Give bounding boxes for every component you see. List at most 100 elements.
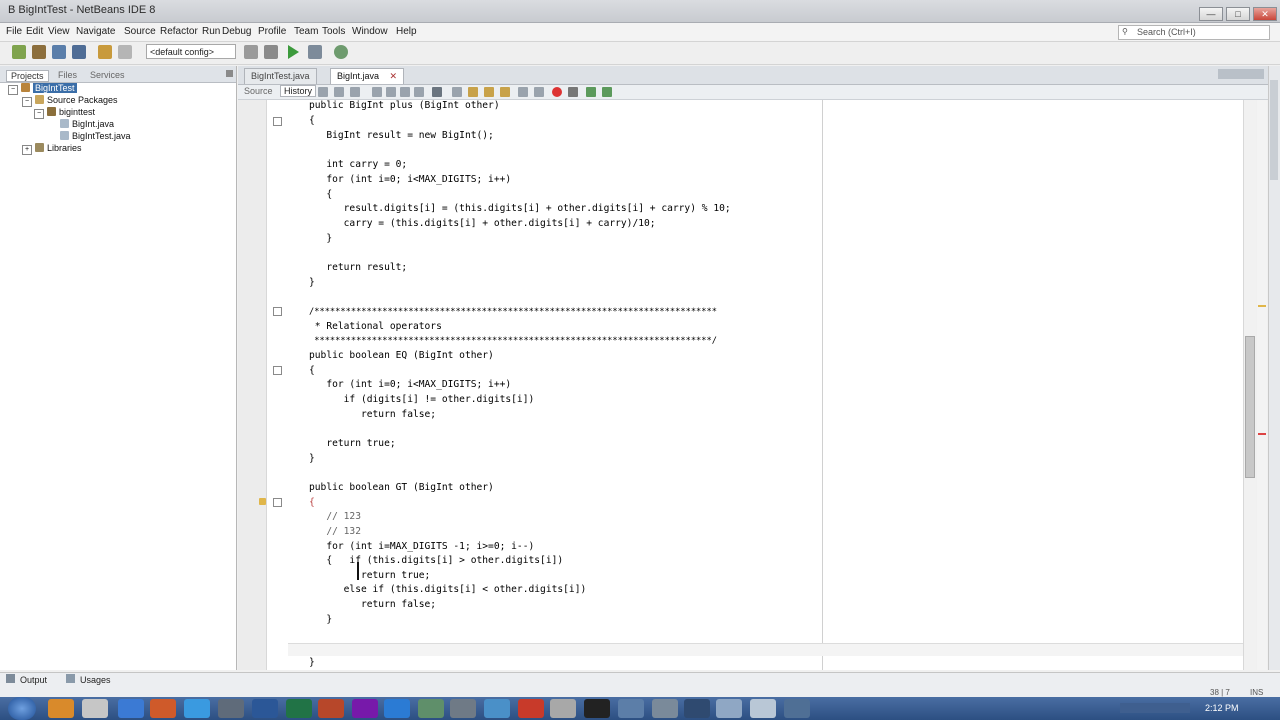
tab-biginttest-java[interactable]: BigIntTest.java — [244, 68, 317, 84]
next-bookmark-icon[interactable] — [484, 87, 494, 97]
record-macro-icon[interactable] — [552, 87, 562, 97]
save-all-icon[interactable] — [72, 45, 86, 59]
close-window-button[interactable]: ✕ — [1253, 7, 1277, 21]
menu-profile[interactable]: Profile — [258, 26, 286, 37]
taskbar-app-icon[interactable] — [118, 699, 144, 718]
close-tab-icon[interactable]: ✕ — [390, 71, 398, 81]
new-project-icon[interactable] — [32, 45, 46, 59]
horizontal-scrollbar[interactable] — [288, 643, 1243, 656]
debug-icon[interactable] — [308, 45, 322, 59]
filezilla-icon[interactable] — [518, 699, 544, 718]
find-icon[interactable] — [386, 87, 396, 97]
fold-toggle-icon[interactable] — [273, 498, 282, 507]
navigator-tab-icon[interactable] — [1270, 80, 1278, 180]
shift-left-icon[interactable] — [518, 87, 528, 97]
start-button-icon[interactable] — [8, 697, 36, 720]
taskbar-app-icon[interactable] — [684, 699, 710, 718]
taskbar-app-icon[interactable] — [150, 699, 176, 718]
powerpoint-icon[interactable] — [318, 699, 344, 718]
taskbar-app-icon[interactable] — [418, 699, 444, 718]
uncomment-icon[interactable] — [602, 87, 612, 97]
last-edit-icon[interactable] — [350, 87, 360, 97]
comment-icon[interactable] — [586, 87, 596, 97]
menu-team[interactable]: Team — [294, 26, 318, 37]
tree-item-source-packages[interactable]: − Source Packages — [22, 95, 118, 107]
previous-bookmark-icon[interactable] — [468, 87, 478, 97]
clean-build-icon[interactable] — [264, 45, 278, 59]
minimize-panel-icon[interactable] — [226, 70, 233, 77]
menu-navigate[interactable]: Navigate — [76, 26, 115, 37]
tree-item-package[interactable]: − biginttest — [34, 107, 95, 119]
fold-toggle-icon[interactable] — [273, 307, 282, 316]
menu-file[interactable]: File — [6, 26, 22, 37]
tree-item-libraries[interactable]: + Libraries — [22, 143, 82, 155]
taskbar-app-icon[interactable] — [218, 699, 244, 718]
source-view-button[interactable]: Source — [244, 86, 273, 96]
minimize-button[interactable]: — — [1199, 7, 1223, 21]
toggle-bookmark-icon[interactable] — [500, 87, 510, 97]
forward-icon[interactable] — [334, 87, 344, 97]
taskbar-app-icon[interactable] — [484, 699, 510, 718]
menu-source[interactable]: Source — [124, 26, 156, 37]
menu-debug[interactable]: Debug — [222, 26, 251, 37]
taskbar-app-icon[interactable] — [652, 699, 678, 718]
tab-files[interactable]: Files — [54, 70, 81, 80]
word-icon[interactable] — [252, 699, 278, 718]
taskbar-app-icon[interactable] — [184, 699, 210, 718]
search-box[interactable]: ⚲ Search (Ctrl+I) — [1118, 25, 1270, 40]
build-icon[interactable] — [244, 45, 258, 59]
history-view-button[interactable]: History — [280, 85, 317, 97]
taskbar-app-icon[interactable] — [82, 699, 108, 718]
taskbar-app-icon[interactable] — [618, 699, 644, 718]
tree-item-biginttest-java[interactable]: BigIntTest.java — [60, 131, 131, 141]
tab-services[interactable]: Services — [86, 70, 129, 80]
taskbar-app-icon[interactable] — [48, 699, 74, 718]
redo-icon[interactable] — [118, 45, 132, 59]
taskbar-app-icon[interactable] — [550, 699, 576, 718]
menu-edit[interactable]: Edit — [26, 26, 43, 37]
collapse-icon[interactable]: − — [8, 85, 18, 95]
run-icon[interactable] — [288, 45, 299, 59]
onenote-icon[interactable] — [352, 699, 378, 718]
open-project-icon[interactable] — [52, 45, 66, 59]
config-select[interactable]: <default config> — [146, 44, 236, 59]
menu-view[interactable]: View — [48, 26, 70, 37]
menu-window[interactable]: Window — [352, 26, 388, 37]
back-icon[interactable] — [318, 87, 328, 97]
expand-icon[interactable]: + — [22, 145, 32, 155]
taskbar-app-icon[interactable] — [716, 699, 742, 718]
warning-icon[interactable] — [259, 498, 266, 505]
error-marker[interactable] — [1258, 433, 1266, 435]
menu-help[interactable]: Help — [396, 26, 417, 37]
find-previous-icon[interactable] — [372, 87, 382, 97]
undo-icon[interactable] — [98, 45, 112, 59]
output-tab[interactable]: Output — [20, 675, 47, 685]
tree-item-project[interactable]: − BigIntTest — [8, 83, 77, 95]
excel-icon[interactable] — [286, 699, 312, 718]
shift-right-icon[interactable] — [534, 87, 544, 97]
toggle-rectangular-icon[interactable] — [452, 87, 462, 97]
menu-tools[interactable]: Tools — [322, 26, 345, 37]
tab-bigint-java[interactable]: BigInt.java ✕ — [330, 68, 405, 84]
system-tray-icons[interactable] — [1120, 703, 1190, 713]
profile-icon[interactable] — [334, 45, 348, 59]
collapse-icon[interactable]: − — [22, 97, 32, 107]
warning-marker[interactable] — [1258, 305, 1266, 307]
find-next-icon[interactable] — [400, 87, 410, 97]
taskbar-app-icon[interactable] — [384, 699, 410, 718]
scrollbar-thumb[interactable] — [1245, 336, 1255, 478]
window-controls-icon[interactable] — [1218, 69, 1264, 79]
menu-run[interactable]: Run — [202, 26, 220, 37]
terminal-icon[interactable] — [584, 699, 610, 718]
taskbar-app-icon[interactable] — [784, 699, 810, 718]
toggle-highlight-icon[interactable] — [432, 87, 442, 97]
find-selection-icon[interactable] — [414, 87, 424, 97]
fold-toggle-icon[interactable] — [273, 366, 282, 375]
maximize-button[interactable]: □ — [1226, 7, 1250, 21]
menu-refactor[interactable]: Refactor — [160, 26, 198, 37]
tab-projects[interactable]: Projects — [6, 70, 49, 82]
taskbar-app-icon[interactable] — [450, 699, 476, 718]
new-file-icon[interactable] — [12, 45, 26, 59]
usages-tab[interactable]: Usages — [80, 675, 111, 685]
collapse-icon[interactable]: − — [34, 109, 44, 119]
